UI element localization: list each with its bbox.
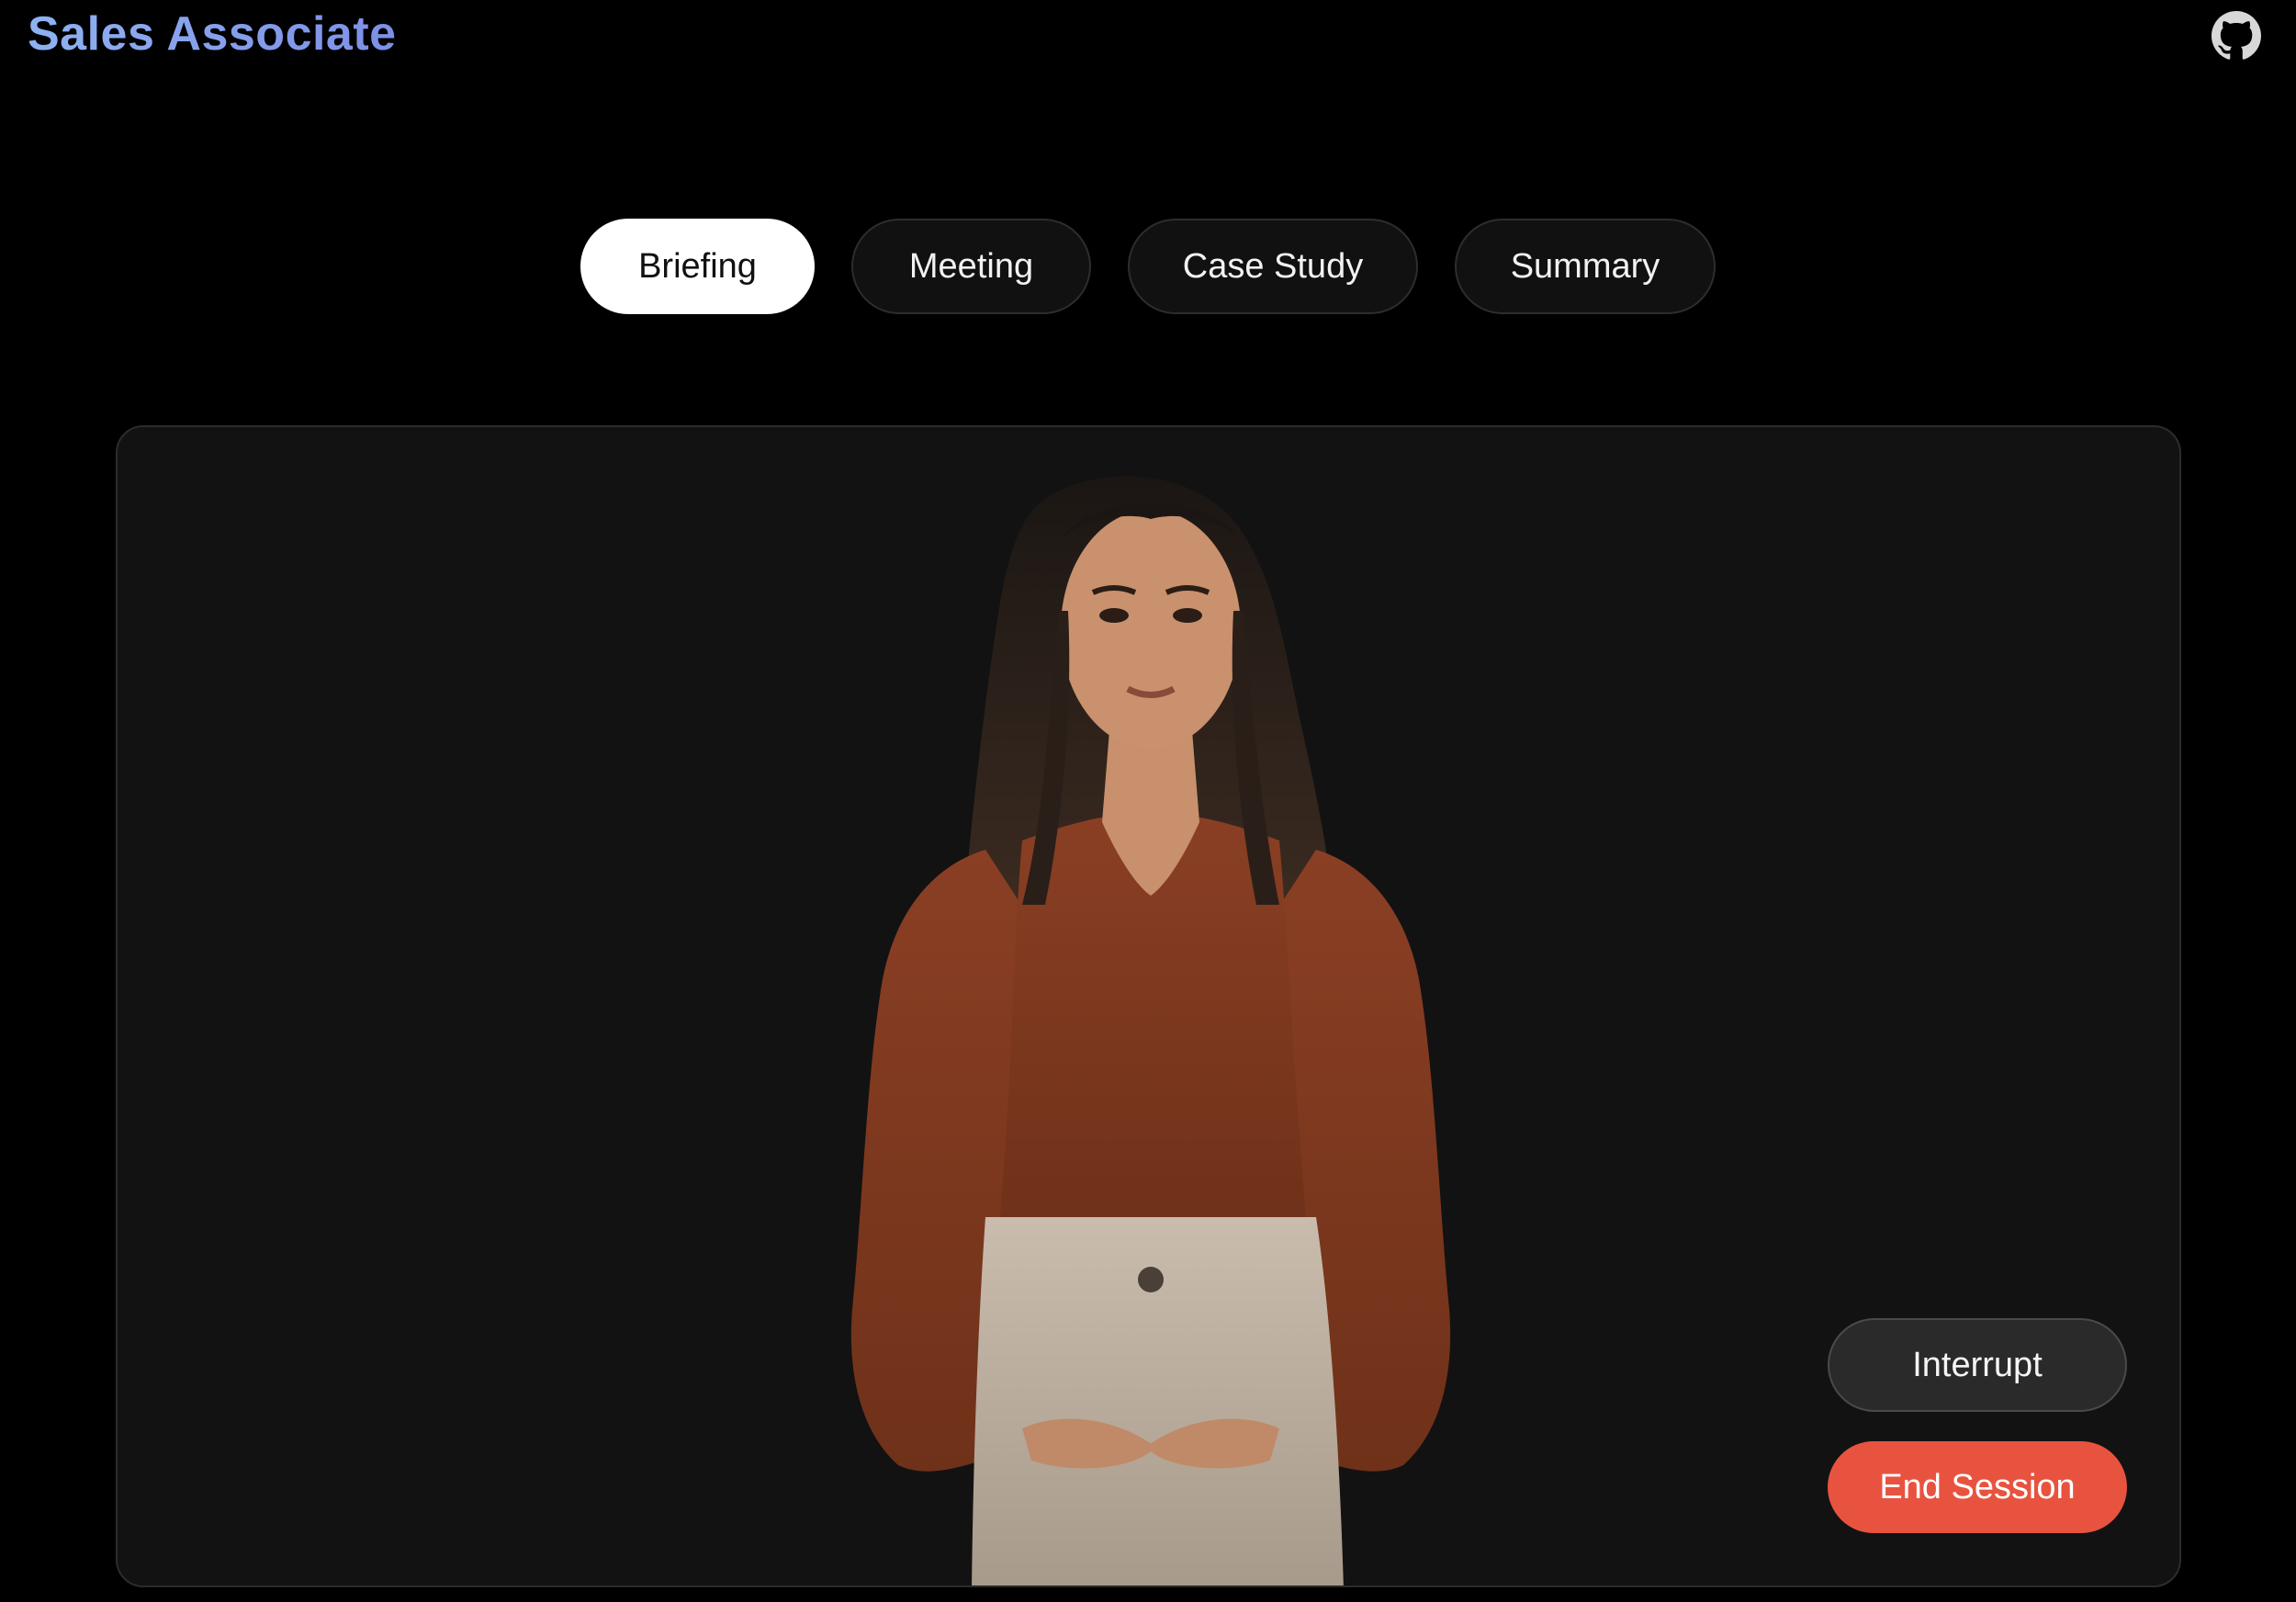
tab-briefing[interactable]: Briefing xyxy=(580,219,815,314)
presenter-avatar xyxy=(118,427,2179,1585)
end-session-button[interactable]: End Session xyxy=(1828,1441,2127,1533)
video-panel: Interrupt End Session xyxy=(116,425,2181,1587)
tab-summary[interactable]: Summary xyxy=(1455,219,1716,314)
github-icon[interactable] xyxy=(2212,11,2261,61)
tab-meeting[interactable]: Meeting xyxy=(851,219,1091,314)
tab-case-study[interactable]: Case Study xyxy=(1128,219,1418,314)
tab-bar: Briefing Meeting Case Study Summary xyxy=(0,219,2296,314)
app-title: Sales Associate xyxy=(28,7,397,61)
interrupt-button[interactable]: Interrupt xyxy=(1828,1318,2127,1412)
